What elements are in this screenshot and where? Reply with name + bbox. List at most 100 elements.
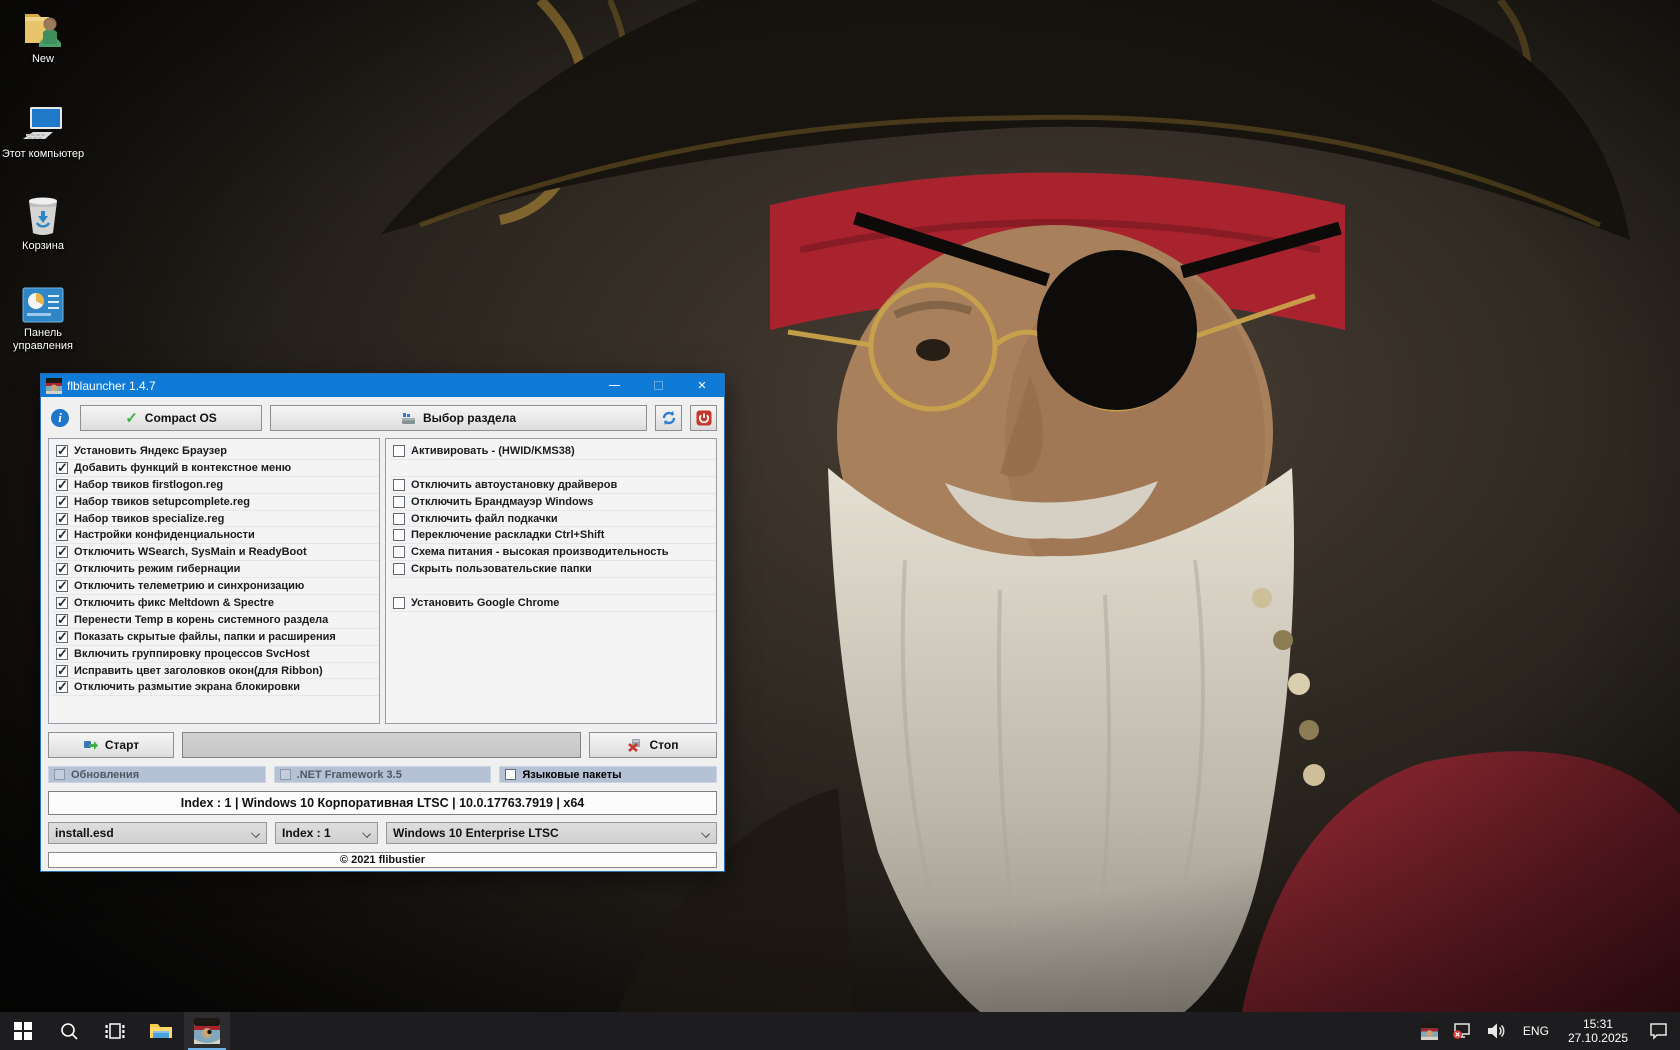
desktop-icon-new[interactable]: New	[0, 8, 86, 66]
checkbox[interactable]	[56, 529, 68, 541]
netfx-label: .NET Framework 3.5	[297, 769, 402, 781]
search-icon	[59, 1021, 79, 1041]
stop-label: Стоп	[650, 738, 679, 752]
checkbox[interactable]	[393, 513, 405, 525]
checkbox[interactable]	[56, 479, 68, 491]
action-center-button[interactable]	[1637, 1012, 1680, 1050]
option-row[interactable]: Отключить автоустановку драйверов	[390, 477, 716, 494]
info-button[interactable]: i	[48, 405, 72, 431]
checkbox[interactable]	[54, 769, 65, 780]
tray-network-button[interactable]	[1445, 1012, 1479, 1050]
option-row[interactable]: Показать скрытые файлы, папки и расширен…	[53, 629, 379, 646]
checkbox[interactable]	[56, 563, 68, 575]
start-menu-button[interactable]	[0, 1012, 46, 1050]
app-icon	[46, 378, 62, 394]
option-row[interactable]: Активировать - (HWID/KMS38)	[390, 443, 716, 460]
checkbox[interactable]	[56, 546, 68, 558]
checkbox[interactable]	[56, 631, 68, 643]
option-row[interactable]: Настройки конфиденциальности	[53, 527, 379, 544]
option-row[interactable]: Включить группировку процессов SvcHost	[53, 646, 379, 663]
compact-os-label: Compact OS	[145, 411, 217, 425]
checkbox[interactable]	[393, 445, 405, 457]
language-packs-checkbox-strip[interactable]: Языковые пакеты	[499, 766, 717, 783]
option-row[interactable]: Набор твиков firstlogon.reg	[53, 477, 379, 494]
checkbox[interactable]	[56, 681, 68, 693]
maximize-button[interactable]	[636, 374, 680, 397]
checkbox[interactable]	[56, 445, 68, 457]
task-view-button[interactable]	[92, 1012, 138, 1050]
refresh-icon	[661, 410, 677, 426]
option-row[interactable]: Отключить размытие экрана блокировки	[53, 679, 379, 696]
desktop-icon-label: Этот компьютер	[0, 148, 86, 161]
partition-button[interactable]: Выбор раздела	[270, 405, 647, 431]
checkbox[interactable]	[280, 769, 291, 780]
netfx-checkbox-strip[interactable]: .NET Framework 3.5	[274, 766, 492, 783]
option-row[interactable]: Скрыть пользовательские папки	[390, 561, 716, 578]
option-row[interactable]: Набор твиков setupcomplete.reg	[53, 494, 379, 511]
close-icon: ✕	[697, 379, 706, 392]
checkbox[interactable]	[56, 665, 68, 677]
image-file-select[interactable]: install.esd	[48, 822, 267, 844]
checkbox[interactable]	[393, 496, 405, 508]
checkbox[interactable]	[56, 580, 68, 592]
compact-os-button[interactable]: ✓ Compact OS	[80, 405, 262, 431]
option-row[interactable]: Отключить режим гибернации	[53, 561, 379, 578]
option-row[interactable]: Установить Яндекс Браузер	[53, 443, 379, 460]
checkbox[interactable]	[393, 546, 405, 558]
chevron-down-icon	[701, 829, 710, 838]
option-label: Отключить файл подкачки	[411, 513, 558, 525]
progress-bar	[182, 732, 581, 758]
option-row[interactable]: Отключить файл подкачки	[390, 511, 716, 528]
option-row[interactable]: Добавить функций в контекстное меню	[53, 460, 379, 477]
option-row[interactable]: Набор твиков specialize.reg	[53, 511, 379, 528]
option-label: Включить группировку процессов SvcHost	[74, 648, 310, 660]
tray-clock-button[interactable]: 15:31 27.10.2025	[1559, 1012, 1637, 1050]
network-disconnected-icon	[1452, 1022, 1472, 1040]
start-button[interactable]: Старт	[48, 732, 174, 758]
file-explorer-button[interactable]	[138, 1012, 184, 1050]
green-check-icon: ✓	[125, 409, 138, 427]
desktop-icon-recycle-bin[interactable]: Корзина	[0, 193, 86, 253]
stop-button[interactable]: Стоп	[589, 732, 717, 758]
extras-row: Обновления .NET Framework 3.5 Языковые п…	[48, 766, 717, 783]
option-label: Установить Яндекс Браузер	[74, 445, 227, 457]
option-row[interactable]: Переключение раскладки Ctrl+Shift	[390, 527, 716, 544]
checkbox[interactable]	[56, 462, 68, 474]
checkbox[interactable]	[393, 479, 405, 491]
checkbox[interactable]	[393, 597, 405, 609]
option-row[interactable]: Отключить фикс Meltdown & Spectre	[53, 595, 379, 612]
option-row[interactable]: Исправить цвет заголовков окон(для Ribbo…	[53, 663, 379, 680]
power-button[interactable]	[690, 405, 717, 431]
image-edition-select[interactable]: Windows 10 Enterprise LTSC	[386, 822, 717, 844]
option-row[interactable]: Схема питания - высокая производительнос…	[390, 544, 716, 561]
checkbox[interactable]	[56, 513, 68, 525]
desktop-icon-control-panel[interactable]: Панель управления	[0, 286, 86, 353]
checkbox[interactable]	[56, 648, 68, 660]
flblauncher-taskbar-button[interactable]	[184, 1012, 230, 1050]
image-index-select[interactable]: Index : 1	[275, 822, 378, 844]
checkbox[interactable]	[56, 496, 68, 508]
option-row[interactable]: Отключить Брандмауэр Windows	[390, 494, 716, 511]
checkbox[interactable]	[393, 563, 405, 575]
refresh-button[interactable]	[655, 405, 682, 431]
tray-flblauncher-icon[interactable]	[1414, 1012, 1445, 1050]
option-row[interactable]: Установить Google Chrome	[390, 595, 716, 612]
window-titlebar[interactable]: flblauncher 1.4.7 ✕	[41, 374, 724, 397]
checkbox[interactable]	[393, 529, 405, 541]
desktop-icon-this-pc[interactable]: Этот компьютер	[0, 103, 86, 161]
search-button[interactable]	[46, 1012, 92, 1050]
close-button[interactable]: ✕	[680, 374, 724, 397]
option-row[interactable]: Перенести Temp в корень системного разде…	[53, 612, 379, 629]
option-label: Активировать - (HWID/KMS38)	[411, 445, 575, 457]
tray-volume-button[interactable]	[1479, 1012, 1513, 1050]
image-info-panel: Index : 1 | Windows 10 Корпоративная LTS…	[48, 791, 717, 815]
option-row[interactable]: Отключить WSearch, SysMain и ReadyBoot	[53, 544, 379, 561]
chevron-down-icon	[362, 829, 371, 838]
checkbox[interactable]	[505, 769, 516, 780]
updates-checkbox-strip[interactable]: Обновления	[48, 766, 266, 783]
minimize-button[interactable]	[592, 374, 636, 397]
tray-language-button[interactable]: ENG	[1513, 1012, 1559, 1050]
checkbox[interactable]	[56, 614, 68, 626]
checkbox[interactable]	[56, 597, 68, 609]
option-row[interactable]: Отключить телеметрию и синхронизацию	[53, 578, 379, 595]
